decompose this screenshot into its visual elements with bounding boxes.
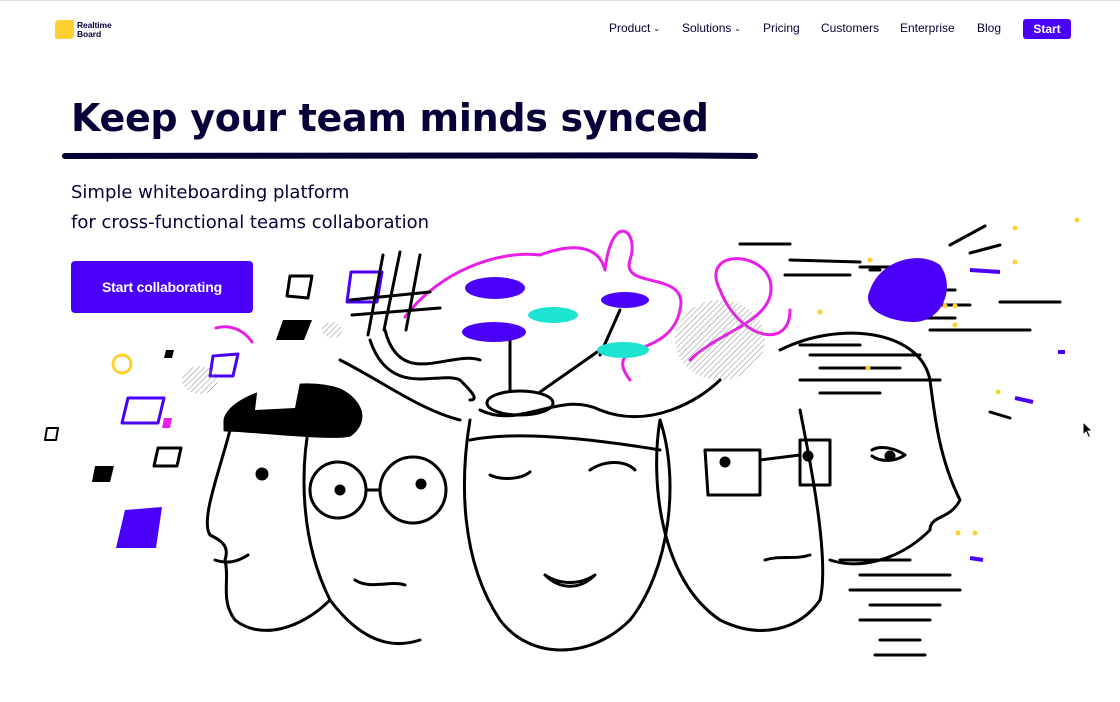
nav-item-label: Product	[609, 21, 651, 35]
nav-item-label: Blog	[977, 21, 1002, 35]
nav-item-label: Pricing	[763, 21, 800, 35]
chevron-down-icon: ⌄	[734, 24, 742, 33]
outline-square-shape	[152, 446, 183, 468]
nav-item-label: Customers	[821, 21, 880, 35]
nav-item-blog[interactable]: Blog	[977, 21, 1001, 35]
yellow-circle-shape	[111, 353, 133, 375]
main-nav: Product ⌄ Solutions ⌄ Pricing Customers En…	[0, 19, 1120, 39]
chevron-down-icon: ⌄	[653, 24, 661, 33]
teal-blob-shape	[528, 307, 578, 323]
hatched-cloud-shape	[675, 300, 765, 380]
nav-item-label: Enterprise	[900, 21, 955, 35]
nav-item-label: Solutions	[682, 21, 732, 35]
outline-square-shape	[285, 274, 314, 300]
purple-square-shape	[120, 396, 166, 425]
nav-item-pricing[interactable]: Pricing	[763, 21, 800, 35]
purple-blob-shape	[465, 277, 525, 299]
nav-item-solutions[interactable]: Solutions ⌄	[682, 21, 741, 35]
nav-item-customers[interactable]: Customers	[821, 21, 879, 35]
purple-filled-square-shape	[116, 507, 162, 548]
outline-square-shape	[44, 427, 59, 441]
title-underline	[62, 151, 758, 159]
site-header: Realtime Board Product ⌄ Solutions ⌄ Prici…	[0, 0, 1120, 58]
nav-item-enterprise[interactable]: Enterprise	[900, 21, 955, 35]
mouse-cursor-icon	[1082, 421, 1094, 439]
nav-item-product[interactable]: Product ⌄	[609, 21, 660, 35]
hero-title: Keep your team minds synced	[71, 96, 709, 140]
team-faces-illustration	[44, 217, 1080, 657]
start-button[interactable]: Start	[1023, 19, 1071, 39]
